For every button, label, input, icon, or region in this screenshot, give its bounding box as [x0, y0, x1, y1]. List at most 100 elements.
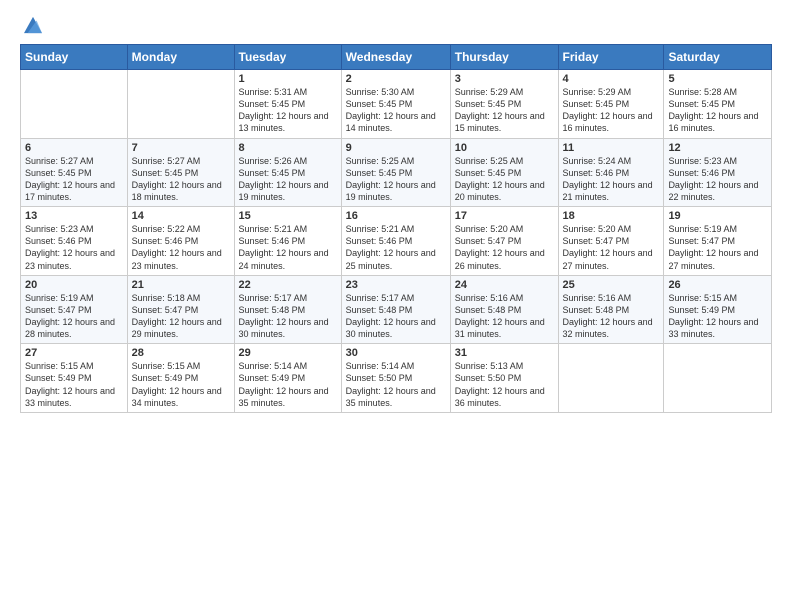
day-info: Sunrise: 5:25 AMSunset: 5:45 PMDaylight:… [346, 155, 446, 204]
day-number: 16 [346, 210, 446, 222]
calendar-cell: 8Sunrise: 5:26 AMSunset: 5:45 PMDaylight… [234, 138, 341, 207]
day-number: 6 [25, 142, 123, 154]
day-number: 5 [668, 73, 767, 85]
calendar-cell [558, 344, 664, 413]
day-number: 24 [455, 279, 554, 291]
day-number: 29 [239, 347, 337, 359]
calendar-cell [21, 70, 128, 139]
weekday-header-sunday: Sunday [21, 45, 128, 70]
day-info: Sunrise: 5:25 AMSunset: 5:45 PMDaylight:… [455, 155, 554, 204]
calendar-week-1: 1Sunrise: 5:31 AMSunset: 5:45 PMDaylight… [21, 70, 772, 139]
day-info: Sunrise: 5:14 AMSunset: 5:49 PMDaylight:… [239, 360, 337, 409]
day-number: 15 [239, 210, 337, 222]
calendar-cell: 20Sunrise: 5:19 AMSunset: 5:47 PMDayligh… [21, 275, 128, 344]
weekday-header-saturday: Saturday [664, 45, 772, 70]
calendar-cell: 1Sunrise: 5:31 AMSunset: 5:45 PMDaylight… [234, 70, 341, 139]
day-number: 12 [668, 142, 767, 154]
day-number: 30 [346, 347, 446, 359]
calendar-cell: 26Sunrise: 5:15 AMSunset: 5:49 PMDayligh… [664, 275, 772, 344]
day-info: Sunrise: 5:23 AMSunset: 5:46 PMDaylight:… [25, 223, 123, 272]
day-info: Sunrise: 5:15 AMSunset: 5:49 PMDaylight:… [132, 360, 230, 409]
day-info: Sunrise: 5:21 AMSunset: 5:46 PMDaylight:… [346, 223, 446, 272]
day-info: Sunrise: 5:20 AMSunset: 5:47 PMDaylight:… [563, 223, 660, 272]
calendar-cell: 10Sunrise: 5:25 AMSunset: 5:45 PMDayligh… [450, 138, 558, 207]
day-info: Sunrise: 5:26 AMSunset: 5:45 PMDaylight:… [239, 155, 337, 204]
day-number: 22 [239, 279, 337, 291]
calendar-cell: 2Sunrise: 5:30 AMSunset: 5:45 PMDaylight… [341, 70, 450, 139]
day-info: Sunrise: 5:17 AMSunset: 5:48 PMDaylight:… [239, 292, 337, 341]
calendar-cell: 16Sunrise: 5:21 AMSunset: 5:46 PMDayligh… [341, 207, 450, 276]
calendar-cell: 19Sunrise: 5:19 AMSunset: 5:47 PMDayligh… [664, 207, 772, 276]
day-number: 4 [563, 73, 660, 85]
calendar-cell: 17Sunrise: 5:20 AMSunset: 5:47 PMDayligh… [450, 207, 558, 276]
day-number: 25 [563, 279, 660, 291]
day-number: 9 [346, 142, 446, 154]
day-number: 3 [455, 73, 554, 85]
day-info: Sunrise: 5:24 AMSunset: 5:46 PMDaylight:… [563, 155, 660, 204]
day-number: 28 [132, 347, 230, 359]
weekday-header-thursday: Thursday [450, 45, 558, 70]
calendar-week-4: 20Sunrise: 5:19 AMSunset: 5:47 PMDayligh… [21, 275, 772, 344]
day-info: Sunrise: 5:29 AMSunset: 5:45 PMDaylight:… [563, 86, 660, 135]
day-info: Sunrise: 5:20 AMSunset: 5:47 PMDaylight:… [455, 223, 554, 272]
weekday-header-wednesday: Wednesday [341, 45, 450, 70]
calendar-cell: 14Sunrise: 5:22 AMSunset: 5:46 PMDayligh… [127, 207, 234, 276]
calendar-week-5: 27Sunrise: 5:15 AMSunset: 5:49 PMDayligh… [21, 344, 772, 413]
day-number: 8 [239, 142, 337, 154]
day-number: 31 [455, 347, 554, 359]
day-info: Sunrise: 5:17 AMSunset: 5:48 PMDaylight:… [346, 292, 446, 341]
day-info: Sunrise: 5:27 AMSunset: 5:45 PMDaylight:… [132, 155, 230, 204]
day-number: 17 [455, 210, 554, 222]
day-info: Sunrise: 5:15 AMSunset: 5:49 PMDaylight:… [25, 360, 123, 409]
weekday-header-monday: Monday [127, 45, 234, 70]
weekday-header-friday: Friday [558, 45, 664, 70]
page: SundayMondayTuesdayWednesdayThursdayFrid… [0, 0, 792, 612]
calendar-cell: 3Sunrise: 5:29 AMSunset: 5:45 PMDaylight… [450, 70, 558, 139]
day-number: 2 [346, 73, 446, 85]
calendar-cell: 22Sunrise: 5:17 AMSunset: 5:48 PMDayligh… [234, 275, 341, 344]
day-number: 14 [132, 210, 230, 222]
calendar-cell: 31Sunrise: 5:13 AMSunset: 5:50 PMDayligh… [450, 344, 558, 413]
calendar-cell: 29Sunrise: 5:14 AMSunset: 5:49 PMDayligh… [234, 344, 341, 413]
calendar-cell: 7Sunrise: 5:27 AMSunset: 5:45 PMDaylight… [127, 138, 234, 207]
day-number: 10 [455, 142, 554, 154]
day-number: 7 [132, 142, 230, 154]
day-number: 13 [25, 210, 123, 222]
day-info: Sunrise: 5:16 AMSunset: 5:48 PMDaylight:… [455, 292, 554, 341]
calendar-cell: 23Sunrise: 5:17 AMSunset: 5:48 PMDayligh… [341, 275, 450, 344]
calendar-cell: 18Sunrise: 5:20 AMSunset: 5:47 PMDayligh… [558, 207, 664, 276]
calendar-cell: 13Sunrise: 5:23 AMSunset: 5:46 PMDayligh… [21, 207, 128, 276]
day-info: Sunrise: 5:29 AMSunset: 5:45 PMDaylight:… [455, 86, 554, 135]
day-info: Sunrise: 5:19 AMSunset: 5:47 PMDaylight:… [25, 292, 123, 341]
day-number: 21 [132, 279, 230, 291]
calendar-cell: 15Sunrise: 5:21 AMSunset: 5:46 PMDayligh… [234, 207, 341, 276]
weekday-header-row: SundayMondayTuesdayWednesdayThursdayFrid… [21, 45, 772, 70]
day-number: 11 [563, 142, 660, 154]
day-info: Sunrise: 5:15 AMSunset: 5:49 PMDaylight:… [668, 292, 767, 341]
day-number: 26 [668, 279, 767, 291]
day-info: Sunrise: 5:28 AMSunset: 5:45 PMDaylight:… [668, 86, 767, 135]
calendar-cell: 25Sunrise: 5:16 AMSunset: 5:48 PMDayligh… [558, 275, 664, 344]
header [20, 16, 772, 34]
day-info: Sunrise: 5:13 AMSunset: 5:50 PMDaylight:… [455, 360, 554, 409]
day-info: Sunrise: 5:30 AMSunset: 5:45 PMDaylight:… [346, 86, 446, 135]
day-number: 23 [346, 279, 446, 291]
day-number: 27 [25, 347, 123, 359]
calendar-cell: 4Sunrise: 5:29 AMSunset: 5:45 PMDaylight… [558, 70, 664, 139]
calendar-cell: 27Sunrise: 5:15 AMSunset: 5:49 PMDayligh… [21, 344, 128, 413]
logo [20, 16, 42, 34]
calendar-cell: 6Sunrise: 5:27 AMSunset: 5:45 PMDaylight… [21, 138, 128, 207]
day-number: 20 [25, 279, 123, 291]
calendar-cell: 5Sunrise: 5:28 AMSunset: 5:45 PMDaylight… [664, 70, 772, 139]
day-info: Sunrise: 5:16 AMSunset: 5:48 PMDaylight:… [563, 292, 660, 341]
weekday-header-tuesday: Tuesday [234, 45, 341, 70]
calendar-cell: 12Sunrise: 5:23 AMSunset: 5:46 PMDayligh… [664, 138, 772, 207]
calendar-cell: 28Sunrise: 5:15 AMSunset: 5:49 PMDayligh… [127, 344, 234, 413]
calendar-cell: 24Sunrise: 5:16 AMSunset: 5:48 PMDayligh… [450, 275, 558, 344]
calendar-week-3: 13Sunrise: 5:23 AMSunset: 5:46 PMDayligh… [21, 207, 772, 276]
day-info: Sunrise: 5:27 AMSunset: 5:45 PMDaylight:… [25, 155, 123, 204]
calendar-cell [127, 70, 234, 139]
calendar-cell: 9Sunrise: 5:25 AMSunset: 5:45 PMDaylight… [341, 138, 450, 207]
calendar-cell: 21Sunrise: 5:18 AMSunset: 5:47 PMDayligh… [127, 275, 234, 344]
day-info: Sunrise: 5:14 AMSunset: 5:50 PMDaylight:… [346, 360, 446, 409]
